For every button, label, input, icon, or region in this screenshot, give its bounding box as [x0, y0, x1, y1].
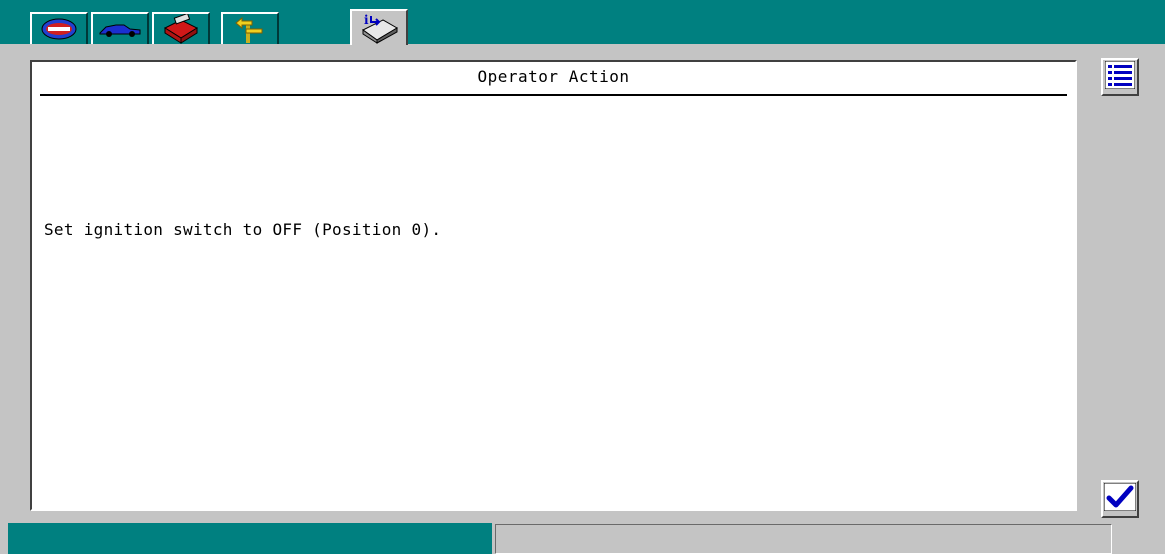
tab-signpost[interactable]: [221, 12, 279, 44]
tab-toolbox[interactable]: [152, 12, 210, 44]
toolbox-icon: [161, 14, 201, 44]
tab-vehicle[interactable]: [91, 12, 149, 44]
tab-info[interactable]: i: [350, 9, 408, 45]
signpost-icon: [232, 15, 268, 43]
info-book-icon: i: [357, 12, 401, 44]
status-field: [495, 524, 1112, 554]
title-divider: [40, 94, 1067, 96]
list-button[interactable]: [1101, 58, 1139, 96]
status-bar: [8, 523, 492, 554]
svg-text:i: i: [364, 13, 369, 27]
operator-action-panel: Operator Action Set ignition switch to O…: [30, 60, 1077, 511]
panel-title: Operator Action: [477, 67, 630, 86]
das-logo-icon: [40, 17, 78, 41]
vehicle-icon: [98, 19, 142, 39]
checkmark-icon: [1103, 482, 1137, 515]
list-icon: [1104, 60, 1136, 93]
confirm-button[interactable]: [1101, 480, 1139, 518]
tab-strip: i: [0, 9, 1165, 45]
instruction-message: Set ignition switch to OFF (Position 0).: [44, 220, 442, 239]
tab-das-logo[interactable]: [30, 12, 88, 44]
